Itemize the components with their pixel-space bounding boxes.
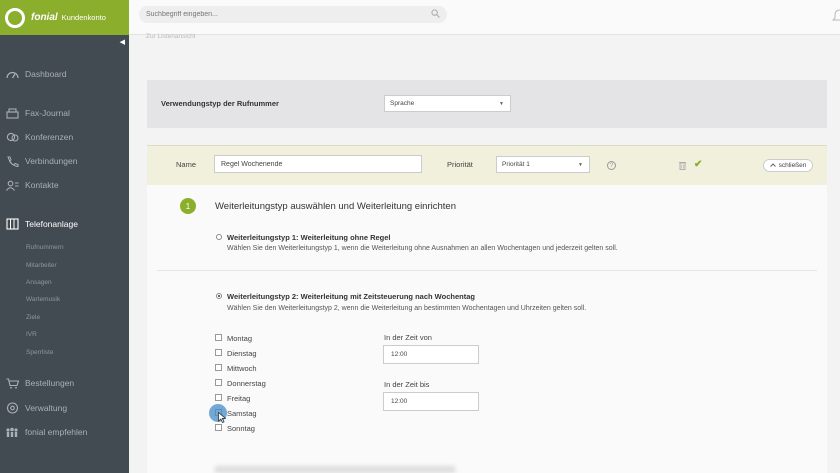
nav-item-kontakte[interactable]: Kontakte bbox=[5, 179, 59, 191]
nav-item-label: Konferenzen bbox=[25, 132, 74, 142]
day-label: Samstag bbox=[227, 409, 257, 418]
search-input[interactable] bbox=[139, 6, 447, 23]
checkbox-sonntag[interactable] bbox=[215, 424, 222, 431]
name-label: Name bbox=[176, 160, 197, 169]
sub-item-ziele[interactable]: Ziele bbox=[26, 314, 40, 321]
time-to-label: In der Zeit bis bbox=[384, 380, 430, 389]
sub-item-wartemusik[interactable]: Wartemusik bbox=[26, 296, 60, 303]
phone-icon bbox=[5, 155, 19, 167]
fonial-logo-icon bbox=[5, 7, 25, 28]
checkbox-dienstag[interactable] bbox=[215, 349, 222, 356]
cart-icon bbox=[5, 377, 19, 389]
save-check-icon[interactable]: ✔ bbox=[694, 159, 702, 170]
day-label: Sonntag bbox=[227, 424, 255, 433]
sub-item-rufnummern[interactable]: Rufnummern bbox=[26, 244, 64, 251]
collapse-sidebar-icon[interactable]: ◀ bbox=[120, 38, 125, 46]
trash-icon[interactable] bbox=[679, 161, 686, 172]
settings-icon bbox=[5, 402, 19, 414]
bell-icon[interactable] bbox=[831, 8, 840, 24]
back-to-list-link[interactable]: Zur Listenansicht bbox=[146, 33, 196, 40]
usage-type-label: Verwendungstyp der Rufnummer bbox=[161, 99, 279, 108]
brand-name: fonial bbox=[31, 12, 58, 23]
nav-item-fonial-empfehlen[interactable]: fonial empfehlen bbox=[5, 426, 87, 438]
day-label: Freitag bbox=[227, 394, 251, 403]
day-label: Mittwoch bbox=[227, 364, 257, 373]
nav-item-fax-journal[interactable]: Fax-Journal bbox=[5, 107, 70, 119]
day-label: Donnerstag bbox=[227, 379, 266, 388]
contacts-icon bbox=[5, 179, 19, 191]
people-icon bbox=[5, 426, 19, 438]
forwarding-type-1-title: Weiterleitungstyp 1: Weiterleitung ohne … bbox=[227, 233, 391, 242]
time-from-input[interactable]: 12:00 bbox=[383, 345, 479, 364]
next-section-heading-blurred bbox=[215, 466, 455, 473]
day-label: Montag bbox=[227, 334, 253, 343]
time-to-input[interactable]: 12:00 bbox=[383, 392, 479, 411]
priority-value: Priorität 1 bbox=[502, 161, 530, 168]
nav-item-konferenzen[interactable]: Konferenzen bbox=[5, 131, 73, 143]
divider bbox=[157, 270, 817, 271]
nav-item-label: Fax-Journal bbox=[25, 108, 70, 118]
checkbox-mittwoch[interactable] bbox=[215, 364, 222, 371]
nav-item-telefonanlage[interactable]: Telefonanlage bbox=[5, 218, 78, 230]
fax-icon bbox=[5, 107, 19, 119]
forwarding-type-1-desc: Wählen Sie den Weiterleitungstyp 1, wenn… bbox=[227, 245, 618, 252]
close-button-label: schließen bbox=[778, 162, 807, 169]
conference-icon bbox=[5, 131, 19, 143]
priority-label: Priorität bbox=[447, 160, 473, 169]
dropdown-arrow-icon: ▼ bbox=[499, 101, 504, 107]
nav-item-bestellungen[interactable]: Bestellungen bbox=[5, 377, 74, 389]
forwarding-type-2-desc: Wählen Sie den Weiterleitungstyp 2, wenn… bbox=[227, 305, 587, 312]
nav-item-label: Verwaltung bbox=[25, 403, 68, 413]
sub-item-ivr[interactable]: IVR bbox=[26, 331, 37, 338]
sidebar: fonial Kundenkonto ◀ Dashboard Fax-Journ… bbox=[0, 0, 129, 473]
priority-select[interactable]: Priorität 1 ▼ bbox=[496, 156, 590, 173]
top-bar bbox=[129, 0, 840, 35]
checkbox-montag[interactable] bbox=[215, 334, 222, 341]
close-button[interactable]: schließen bbox=[763, 159, 813, 172]
sub-item-sperrliste[interactable]: Sperrliste bbox=[26, 349, 53, 356]
sub-item-ansagen[interactable]: Ansagen bbox=[26, 279, 52, 286]
nav-item-label: Telefonanlage bbox=[25, 219, 78, 229]
nav-item-label: fonial empfehlen bbox=[25, 427, 88, 437]
usage-type-select[interactable]: Sprache ▼ bbox=[384, 95, 511, 112]
usage-type-value: Sprache bbox=[390, 100, 415, 107]
search-icon[interactable] bbox=[431, 9, 440, 20]
nav-item-label: Dashboard bbox=[25, 69, 67, 79]
chevron-up-icon bbox=[769, 162, 776, 169]
step-title: Weiterleitungstyp auswählen und Weiterle… bbox=[215, 201, 456, 212]
checkbox-donnerstag[interactable] bbox=[215, 379, 222, 386]
forwarding-type-2-radio[interactable] bbox=[216, 293, 222, 299]
brand-logo[interactable]: fonial Kundenkonto bbox=[0, 0, 129, 35]
speedometer-icon bbox=[5, 68, 19, 80]
checkbox-freitag[interactable] bbox=[215, 394, 222, 401]
forwarding-step-card: 1 Weiterleitungstyp auswählen und Weiter… bbox=[147, 185, 827, 473]
forwarding-type-1-radio[interactable] bbox=[216, 234, 222, 240]
nav-item-label: Bestellungen bbox=[25, 378, 75, 388]
sub-item-mitarbeiter[interactable]: Mitarbeiter bbox=[26, 262, 57, 269]
brand-subtitle: Kundenkonto bbox=[61, 13, 106, 22]
nav-item-verbindungen[interactable]: Verbindungen bbox=[5, 155, 77, 167]
help-icon[interactable]: ? bbox=[607, 161, 616, 170]
time-from-label: In der Zeit von bbox=[384, 333, 432, 342]
step-number-badge: 1 bbox=[180, 198, 196, 214]
nav-item-label: Kontakte bbox=[25, 180, 59, 190]
rule-header: Name Priorität Priorität 1 ▼ ? ✔ schließ… bbox=[147, 145, 827, 185]
mouse-pointer-icon bbox=[218, 411, 227, 425]
dropdown-arrow-icon: ▼ bbox=[578, 162, 583, 168]
day-label: Dienstag bbox=[227, 349, 257, 358]
nav-item-dashboard[interactable]: Dashboard bbox=[5, 68, 67, 80]
nav-item-label: Verbindungen bbox=[25, 156, 78, 166]
nav-item-verwaltung[interactable]: Verwaltung bbox=[5, 402, 67, 414]
forwarding-type-2-title: Weiterleitungstyp 2: Weiterleitung mit Z… bbox=[227, 292, 475, 301]
usage-type-card: Verwendungstyp der Rufnummer Sprache ▼ bbox=[147, 80, 827, 128]
pbx-icon bbox=[5, 218, 19, 230]
rule-name-input[interactable] bbox=[214, 155, 422, 173]
